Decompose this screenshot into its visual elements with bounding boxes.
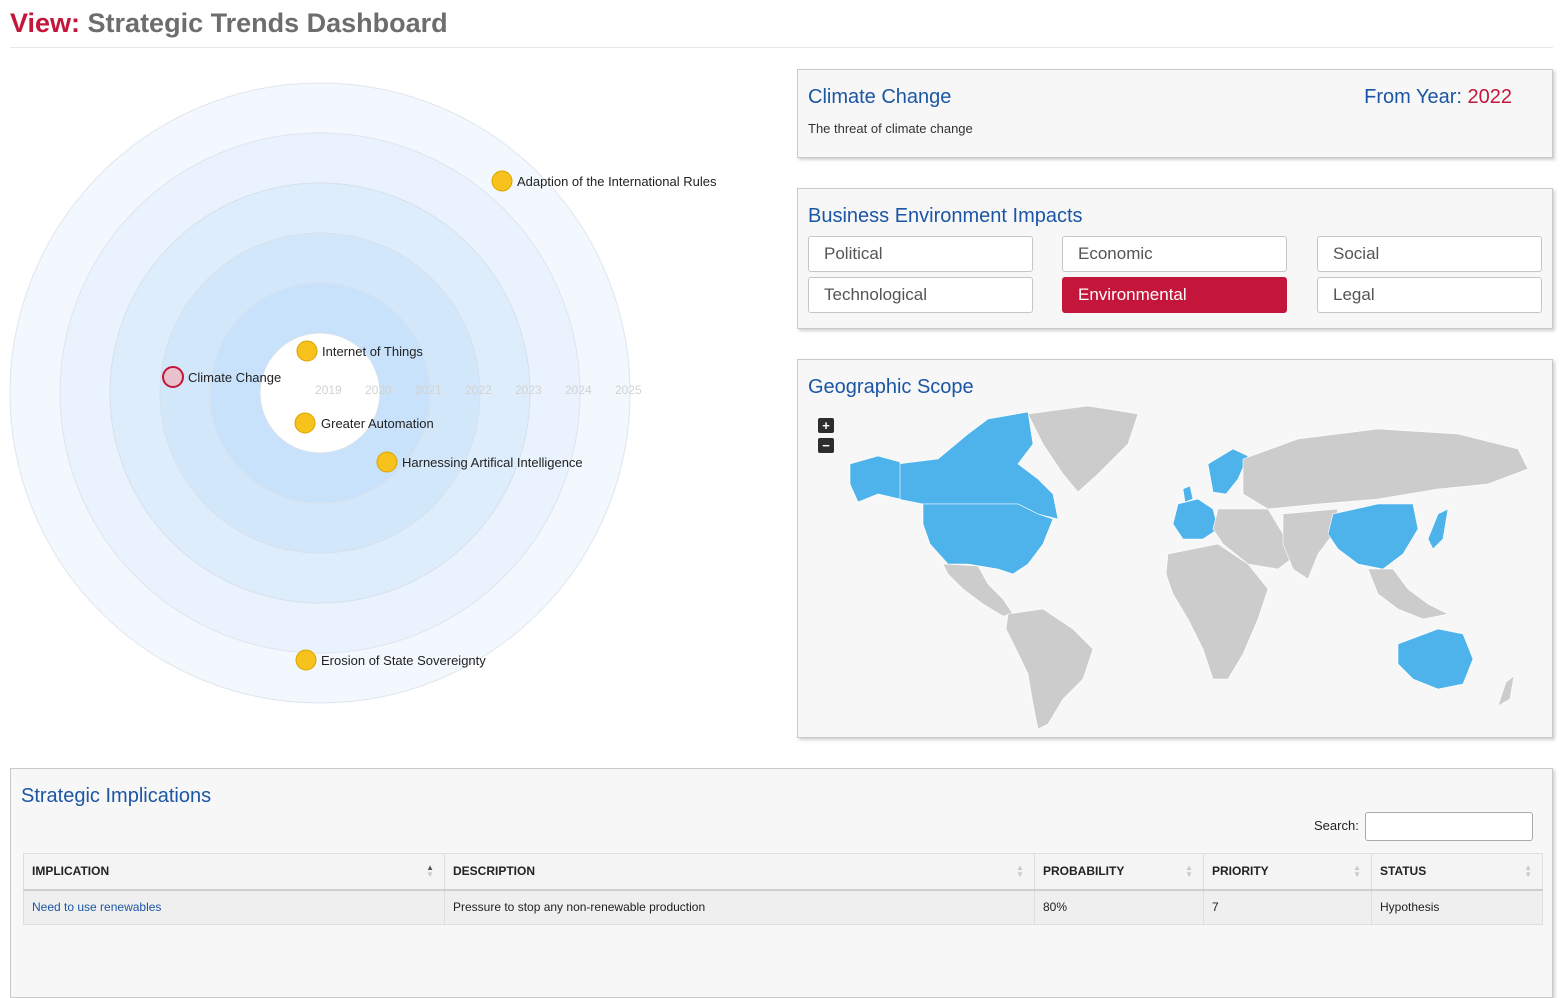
map-usa[interactable] bbox=[922, 503, 1054, 575]
map-greenland[interactable] bbox=[1027, 405, 1139, 493]
trend-point-climate-change[interactable]: Climate Change bbox=[162, 366, 281, 388]
year-tick: 2023 bbox=[515, 383, 542, 397]
radar-svg: 2019 2020 2021 2022 2023 2024 2025 Adapt… bbox=[9, 82, 717, 704]
trend-title: Climate Change bbox=[808, 86, 952, 108]
sort-icon: ▲ ▼ bbox=[1353, 863, 1361, 879]
trend-dot-selected[interactable] bbox=[162, 366, 184, 388]
search-input[interactable] bbox=[1365, 812, 1533, 841]
col-header-implication[interactable]: IMPLICATION ▲ ▼ bbox=[23, 853, 445, 891]
map-uk[interactable] bbox=[1182, 485, 1194, 503]
col-header-label: STATUS bbox=[1380, 864, 1427, 879]
impact-technological-button[interactable]: Technological bbox=[808, 277, 1033, 313]
map-mexico[interactable] bbox=[942, 563, 1014, 617]
trend-dot[interactable] bbox=[376, 451, 398, 473]
map-japan[interactable] bbox=[1427, 508, 1449, 550]
year-tick: 2024 bbox=[565, 383, 592, 397]
col-header-label: PROBABILITY bbox=[1043, 864, 1125, 879]
impacts-panel: Business Environment Impacts Political E… bbox=[797, 188, 1553, 329]
trend-label[interactable]: Internet of Things bbox=[322, 344, 423, 359]
map-western-europe[interactable] bbox=[1172, 498, 1219, 540]
col-header-status[interactable]: STATUS ▲ ▼ bbox=[1371, 853, 1543, 891]
trend-point-ai[interactable]: Harnessing Artifical Intelligence bbox=[376, 451, 583, 473]
col-header-priority[interactable]: PRIORITY ▲ ▼ bbox=[1203, 853, 1372, 891]
sort-icon: ▲ ▼ bbox=[426, 863, 434, 879]
trend-dot[interactable] bbox=[491, 170, 513, 192]
map-south-america[interactable] bbox=[1005, 608, 1094, 730]
trend-label[interactable]: Greater Automation bbox=[321, 416, 434, 431]
map-scandinavia[interactable] bbox=[1207, 448, 1249, 495]
map-canada[interactable] bbox=[897, 411, 1059, 520]
trend-label[interactable]: Adaption of the International Rules bbox=[517, 174, 717, 189]
map-australia[interactable] bbox=[1397, 628, 1474, 690]
implication-link[interactable]: Need to use renewables bbox=[32, 900, 161, 914]
map-southeast-asia[interactable] bbox=[1367, 568, 1449, 620]
strategic-implications-panel: Strategic Implications Search: IMPLICATI… bbox=[10, 768, 1553, 998]
from-year-value: 2022 bbox=[1467, 86, 1513, 108]
trend-label[interactable]: Climate Change bbox=[188, 370, 281, 385]
impact-social-button[interactable]: Social bbox=[1317, 236, 1542, 272]
col-header-label: IMPLICATION bbox=[32, 864, 110, 879]
map-china[interactable] bbox=[1327, 503, 1419, 570]
impacts-title: Business Environment Impacts bbox=[808, 205, 1083, 227]
col-header-label: DESCRIPTION bbox=[453, 864, 536, 879]
impact-environmental-button[interactable]: Environmental bbox=[1062, 277, 1287, 313]
map-new-zealand[interactable] bbox=[1497, 675, 1515, 707]
sort-icon: ▲ ▼ bbox=[1185, 863, 1193, 879]
impact-political-button[interactable]: Political bbox=[808, 236, 1033, 272]
col-header-label: PRIORITY bbox=[1212, 864, 1269, 879]
trend-label[interactable]: Harnessing Artifical Intelligence bbox=[402, 455, 583, 470]
trend-label[interactable]: Erosion of State Sovereignty bbox=[321, 653, 486, 668]
year-tick: 2022 bbox=[465, 383, 492, 397]
sort-icon: ▲ ▼ bbox=[1524, 863, 1532, 879]
table-header-row: IMPLICATION ▲ ▼ DESCRIPTION ▲ ▼ PROBABILITY ▲… bbox=[23, 853, 1543, 891]
year-tick: 2021 bbox=[415, 383, 442, 397]
impact-legal-button[interactable]: Legal bbox=[1317, 277, 1542, 313]
trend-dot[interactable] bbox=[296, 340, 318, 362]
search-label: Search: bbox=[1314, 818, 1359, 833]
zoom-out-button[interactable]: − bbox=[818, 438, 834, 453]
trend-point-sovereignty[interactable]: Erosion of State Sovereignty bbox=[295, 649, 486, 671]
sort-icon: ▲ ▼ bbox=[1016, 863, 1024, 879]
trend-point-adaption[interactable]: Adaption of the International Rules bbox=[491, 170, 717, 192]
trend-description: The threat of climate change bbox=[808, 121, 973, 136]
world-map[interactable] bbox=[838, 404, 1538, 734]
trend-radar: 2019 2020 2021 2022 2023 2024 2025 Adapt… bbox=[0, 70, 790, 730]
view-label: View: bbox=[10, 8, 81, 38]
col-header-probability[interactable]: PROBABILITY ▲ ▼ bbox=[1034, 853, 1204, 891]
trend-dot[interactable] bbox=[294, 412, 316, 434]
implications-title: Strategic Implications bbox=[21, 785, 212, 807]
cell-probability: 80% bbox=[1034, 889, 1204, 925]
cell-priority: 7 bbox=[1203, 889, 1372, 925]
trend-dot[interactable] bbox=[295, 649, 317, 671]
from-year: From Year: 2022 bbox=[1364, 86, 1512, 109]
map-south-asia[interactable] bbox=[1282, 508, 1339, 580]
cell-status: Hypothesis bbox=[1371, 889, 1543, 925]
cell-description: Pressure to stop any non-renewable produ… bbox=[444, 889, 1035, 925]
col-header-description[interactable]: DESCRIPTION ▲ ▼ bbox=[444, 853, 1035, 891]
geo-title: Geographic Scope bbox=[808, 376, 974, 398]
page-header: View: Strategic Trends Dashboard bbox=[10, 6, 1553, 48]
impact-economic-button[interactable]: Economic bbox=[1062, 236, 1287, 272]
trend-detail-panel: Climate Change The threat of climate cha… bbox=[797, 69, 1553, 158]
map-alaska[interactable] bbox=[849, 455, 901, 503]
zoom-in-button[interactable]: + bbox=[818, 418, 834, 433]
implications-table: IMPLICATION ▲ ▼ DESCRIPTION ▲ ▼ PROBABILITY ▲… bbox=[23, 853, 1543, 925]
table-row: Need to use renewables Pressure to stop … bbox=[23, 889, 1543, 925]
cell-implication: Need to use renewables bbox=[23, 889, 445, 925]
geographic-scope-panel: Geographic Scope + − bbox=[797, 359, 1553, 738]
year-tick: 2019 bbox=[315, 383, 342, 397]
from-year-label: From Year: bbox=[1364, 86, 1462, 108]
year-tick: 2020 bbox=[365, 383, 392, 397]
map-russia[interactable] bbox=[1242, 428, 1529, 510]
page-title: Strategic Trends Dashboard bbox=[87, 8, 448, 38]
year-tick: 2025 bbox=[615, 383, 642, 397]
